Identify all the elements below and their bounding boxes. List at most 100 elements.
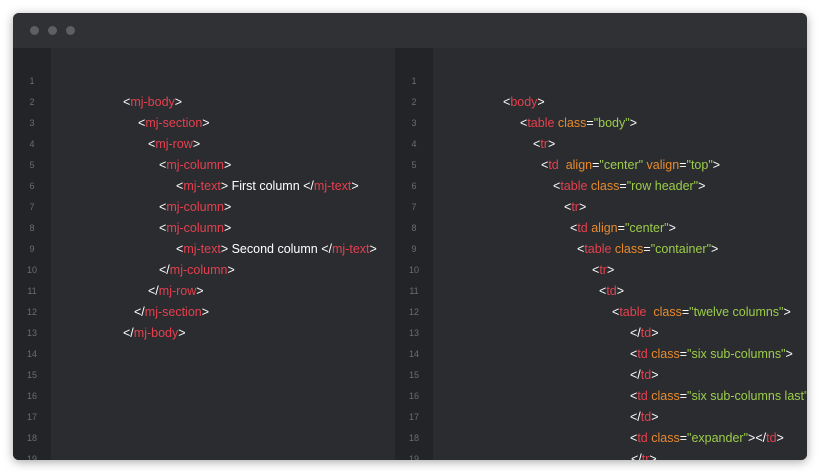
- code-token: td: [637, 431, 652, 445]
- close-dot[interactable]: [30, 26, 39, 35]
- code-token: valign: [646, 158, 680, 172]
- code-token: td: [640, 368, 652, 382]
- code-line: <tr>: [564, 197, 586, 218]
- code-token: mj-row: [155, 137, 193, 151]
- code-token: tr: [540, 137, 548, 151]
- code-token: mj-text: [332, 242, 370, 256]
- editor-window: 1 2 3 4 5 6 7 8 9 10 11 12 13 14 15 16 17 18 19 <mj-body> <m…: [13, 13, 807, 460]
- code-token: >: [698, 179, 706, 193]
- code-token: mj-text: [183, 242, 221, 256]
- line-number: 11: [409, 286, 419, 296]
- code-line: </mj-column>: [159, 260, 235, 281]
- code-line: <td align="center">: [570, 218, 676, 239]
- code-line: </td>: [630, 407, 659, 428]
- code-line: <mj-text> Second column </mj-text>: [176, 239, 377, 260]
- code-token: >: [668, 221, 676, 235]
- code-line: <td align="center" valign="top">: [541, 155, 720, 176]
- html-code-pane[interactable]: 1 2 3 4 5 6 7 8 9 10 11 12 13 14 15 16 17 18 19 <body> <tabl…: [395, 48, 807, 460]
- line-number: 19: [408, 454, 419, 460]
- code-token: mj-text: [183, 179, 221, 193]
- code-token: td: [640, 410, 652, 424]
- line-number: 3: [411, 118, 417, 128]
- code-token: table: [527, 116, 558, 130]
- code-token: >: [192, 137, 201, 151]
- code-token: tr: [599, 263, 607, 277]
- code-token: table: [560, 179, 591, 193]
- code-line: <mj-column>: [159, 197, 231, 218]
- line-number: 7: [411, 202, 417, 212]
- code-token: class: [557, 116, 587, 130]
- line-number: 16: [26, 391, 37, 401]
- maximize-dot[interactable]: [66, 26, 75, 35]
- code-token: "six sub-columns": [687, 347, 786, 361]
- window-titlebar: [13, 13, 807, 48]
- code-line: <mj-column>: [159, 155, 231, 176]
- code-token: mj-body: [130, 95, 175, 109]
- code-token: >: [369, 242, 377, 256]
- code-token: mj-column: [166, 158, 224, 172]
- line-number: 14: [408, 349, 419, 359]
- mjml-code-pane[interactable]: 1 2 3 4 5 6 7 8 9 10 11 12 13 14 15 16 17 18 19 <mj-body> <m…: [13, 48, 395, 460]
- code-token: class: [653, 305, 682, 319]
- code-token: >: [578, 200, 587, 214]
- code-token: td: [577, 221, 592, 235]
- code-token: </: [123, 326, 134, 340]
- line-number: 10: [408, 265, 419, 275]
- code-token: "center": [624, 221, 669, 235]
- line-number: 11: [27, 286, 37, 296]
- code-token: >: [537, 95, 545, 109]
- line-number: 8: [411, 223, 417, 233]
- code-token: mj-section: [145, 116, 203, 130]
- code-token: class: [590, 179, 620, 193]
- line-number: 2: [411, 97, 417, 107]
- code-token: align: [591, 221, 618, 235]
- line-number: 12: [26, 307, 37, 317]
- code-token: "center": [599, 158, 644, 172]
- line-number: 13: [26, 328, 37, 338]
- code-token: mj-column: [169, 263, 228, 277]
- code-token: "expander": [687, 431, 749, 445]
- line-number: 2: [29, 97, 35, 107]
- line-number: 14: [26, 349, 37, 359]
- line-number: 15: [408, 370, 419, 380]
- code-line: <td class="six sub-columns">: [630, 344, 793, 365]
- code-token: =: [679, 389, 688, 403]
- minimize-dot[interactable]: [48, 26, 57, 35]
- line-number: 16: [408, 391, 419, 401]
- code-token: =: [586, 116, 594, 130]
- line-number: 5: [411, 160, 417, 170]
- line-number: 17: [408, 412, 419, 422]
- code-token: >: [629, 116, 637, 130]
- code-token: table: [619, 305, 654, 319]
- code-line: <td>: [599, 281, 624, 302]
- code-line: </mj-row>: [148, 281, 204, 302]
- code-line: <table class="twelve columns">: [612, 302, 791, 323]
- code-line: <table class="row header">: [553, 176, 705, 197]
- code-token: "twelve columns": [689, 305, 784, 319]
- code-line: <mj-column>: [159, 218, 231, 239]
- code-token: >: [649, 452, 657, 460]
- line-number: 6: [29, 181, 35, 191]
- code-token: "top": [686, 158, 713, 172]
- code-line: </tr>: [631, 449, 657, 460]
- code-token: =: [679, 158, 687, 172]
- code-token: =: [619, 179, 627, 193]
- code-token: "body": [593, 116, 630, 130]
- code-token: >: [606, 263, 615, 277]
- code-token: "container": [650, 242, 711, 256]
- code-token: mj-column: [166, 200, 224, 214]
- line-number: 3: [29, 118, 35, 128]
- code-token: ></: [748, 431, 767, 445]
- code-line: <mj-section>: [138, 113, 210, 134]
- code-line: <mj-text> First column </mj-text>: [176, 176, 359, 197]
- code-line: <td class="six sub-columns last">: [630, 386, 807, 407]
- code-token: mj-body: [133, 326, 179, 340]
- code-line: <mj-body>: [123, 92, 182, 113]
- code-token: =: [617, 221, 625, 235]
- code-token: >: [711, 242, 719, 256]
- code-line: <mj-row>: [148, 134, 200, 155]
- code-token: >: [651, 326, 659, 340]
- code-line: </mj-section>: [134, 302, 209, 323]
- code-token: body: [510, 95, 538, 109]
- code-token: >: [785, 347, 793, 361]
